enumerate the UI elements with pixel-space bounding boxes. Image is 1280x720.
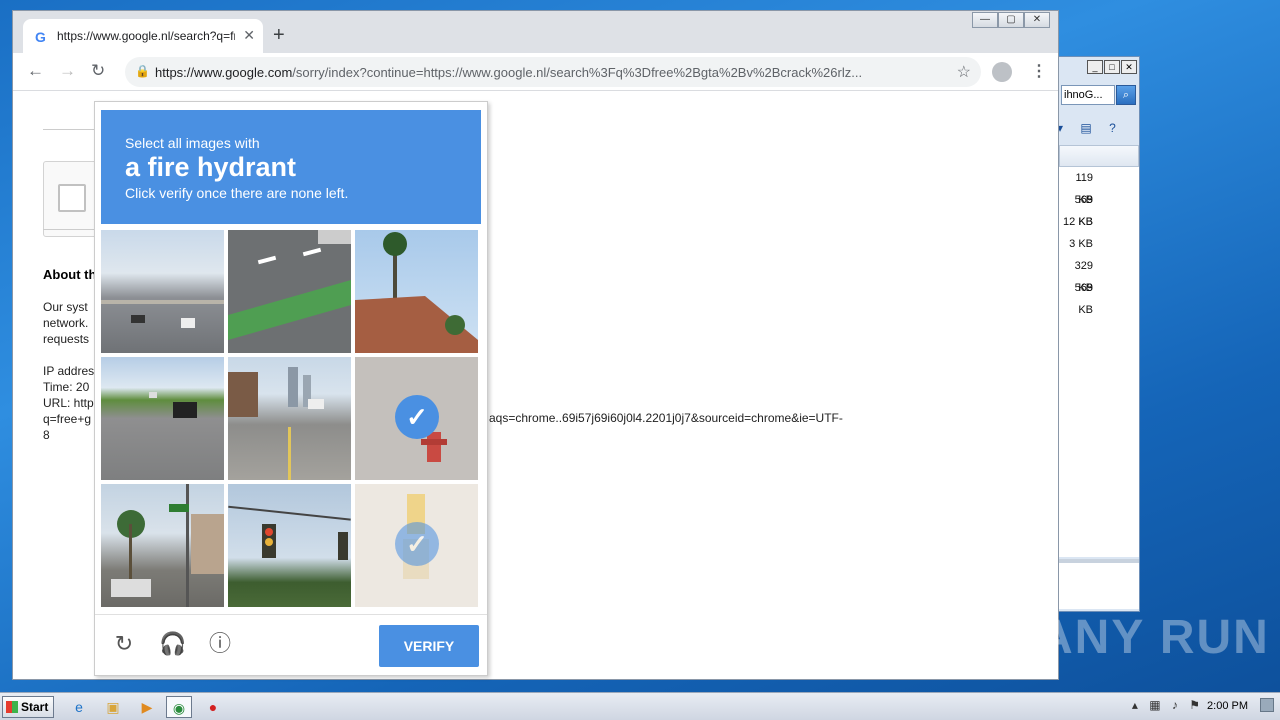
info-icon[interactable]: ⓘ xyxy=(207,631,233,657)
tile-image xyxy=(149,392,197,418)
help-icon[interactable]: ? xyxy=(1109,121,1116,135)
column-header[interactable] xyxy=(1059,145,1139,167)
file-size: 12 KB xyxy=(1063,216,1093,228)
verify-button[interactable]: VERIFY xyxy=(379,625,479,667)
network-icon[interactable]: ▦ xyxy=(1149,698,1160,712)
system-tray: ▴ ▦ ♪ ⚑ xyxy=(1132,698,1200,712)
url-continuation: aqs=chrome..69i57j69i60j0l4.2201j0j7&sou… xyxy=(489,411,843,425)
file-size: 569 KB xyxy=(1074,194,1093,228)
background-explorer-window: _ □ ✕ ihnoG... ⌕ ▾ ▤ ? 119 KB 569 KB 12 … xyxy=(1052,56,1140,612)
info-line: IP addres xyxy=(43,364,95,378)
show-desktop-button[interactable] xyxy=(1260,698,1274,712)
search-icon[interactable]: ⌕ xyxy=(1116,85,1136,105)
file-list: 119 KB 569 KB 12 KB 3 KB 329 KB 569 KB xyxy=(1059,167,1139,557)
window-controls: _ □ ✕ xyxy=(1087,60,1137,74)
info-line: Time: 20 xyxy=(43,380,90,394)
close-button[interactable]: ✕ xyxy=(1024,12,1050,28)
recaptcha-checkbox[interactable] xyxy=(58,184,86,212)
image-tile-palm-tree-roof[interactable] xyxy=(355,230,478,353)
challenge-footer: ↻ 🎧 ⓘ VERIFY xyxy=(95,614,487,674)
close-tab-icon[interactable]: ✕ xyxy=(243,27,255,44)
reload-challenge-icon[interactable]: ↻ xyxy=(111,631,137,657)
reload-button[interactable]: ↻ xyxy=(91,61,105,81)
target-object: a fire hydrant xyxy=(125,152,297,182)
browser-tab[interactable]: G https://www.google.nl/search?q=fr ✕ xyxy=(23,19,263,53)
tile-image xyxy=(355,232,478,353)
tile-image xyxy=(101,300,224,328)
bookmark-star-icon[interactable]: ☆ xyxy=(957,62,971,82)
chevron-up-icon[interactable]: ▴ xyxy=(1132,698,1138,712)
file-size: 119 KB xyxy=(1075,172,1093,206)
paragraph-line: network. xyxy=(43,316,89,330)
file-size: 329 KB xyxy=(1074,260,1093,294)
audio-challenge-icon[interactable]: 🎧 xyxy=(159,631,186,657)
about-heading: About th xyxy=(43,267,97,282)
address-bar[interactable]: 🔒 https://www.google.com/sorry/index?con… xyxy=(125,57,981,87)
folder-icon[interactable]: ▣ xyxy=(100,696,126,718)
tile-image xyxy=(228,367,324,480)
file-size: 3 KB xyxy=(1069,238,1093,250)
paragraph-line: requests xyxy=(43,332,90,346)
close-button[interactable]: ✕ xyxy=(1121,60,1137,74)
info-line: 8 xyxy=(43,428,50,442)
info-line: URL: http xyxy=(43,396,94,410)
media-player-icon[interactable]: ▶ xyxy=(134,696,160,718)
preview-pane-icon[interactable]: ▤ xyxy=(1080,121,1091,135)
google-favicon-icon: G xyxy=(35,29,46,45)
start-label: Start xyxy=(21,700,49,714)
anyrun-watermark: ANY RUN xyxy=(1038,611,1270,664)
opera-icon[interactable]: ● xyxy=(200,696,226,718)
start-button[interactable]: Start xyxy=(2,696,54,718)
info-line: q=free+g xyxy=(43,412,92,426)
menu-icon[interactable]: ⋮ xyxy=(1031,61,1047,81)
internet-explorer-icon[interactable]: e xyxy=(66,696,92,718)
recaptcha-challenge: Select all images with a fire hydrant Cl… xyxy=(94,101,488,676)
image-tile-traffic-lights[interactable] xyxy=(228,484,351,607)
image-tile-fire-hydrant-gravel[interactable]: ✓ xyxy=(355,357,478,480)
image-grid: ✓ ✓ xyxy=(101,230,481,608)
forward-button[interactable]: → xyxy=(59,61,76,81)
action-center-flag-icon[interactable]: ⚑ xyxy=(1189,698,1200,712)
tile-image xyxy=(111,484,224,607)
address-text[interactable]: https://www.google.com/sorry/index?conti… xyxy=(155,65,935,80)
url-path: /sorry/index?continue=https://www.google… xyxy=(292,65,863,80)
selected-check-icon: ✓ xyxy=(395,522,439,566)
search-input[interactable]: ihnoG... xyxy=(1061,85,1115,105)
minimize-button[interactable]: — xyxy=(972,12,998,28)
toolbar-icons: ▾ ▤ ? xyxy=(1057,121,1137,139)
details-pane xyxy=(1059,559,1139,609)
file-size: 569 KB xyxy=(1074,282,1093,316)
maximize-button[interactable]: ▢ xyxy=(998,12,1024,28)
lock-icon[interactable]: 🔒 xyxy=(135,64,150,78)
new-tab-button[interactable]: + xyxy=(273,23,285,47)
image-tile-intersection-palms[interactable] xyxy=(101,484,224,607)
image-tile-highway-cars[interactable] xyxy=(101,230,224,353)
paragraph-line: Our syst xyxy=(43,300,88,314)
windows-logo-icon xyxy=(6,701,18,713)
url-host: https://www.google.com xyxy=(155,65,293,80)
selected-check-icon: ✓ xyxy=(395,395,439,439)
image-tile-highway-grass[interactable] xyxy=(101,357,224,480)
challenge-header: Select all images with a fire hydrant Cl… xyxy=(101,110,481,224)
taskbar: Start e ▣ ▶ ◉ ● ▴ ▦ ♪ ⚑ 2:00 PM xyxy=(0,692,1280,720)
volume-icon[interactable]: ♪ xyxy=(1172,698,1178,712)
window-controls: — ▢ ✕ xyxy=(972,12,1050,28)
browser-toolbar: ← → ↻ 🔒 https://www.google.com/sorry/ind… xyxy=(13,53,1058,91)
image-tile-green-bike-lane[interactable] xyxy=(228,230,351,353)
minimize-button[interactable]: _ xyxy=(1087,60,1103,74)
back-button[interactable]: ← xyxy=(27,61,44,81)
maximize-button[interactable]: □ xyxy=(1104,60,1120,74)
instruction-text: Select all images with xyxy=(125,135,260,151)
tile-image xyxy=(228,230,351,340)
instruction-subtext: Click verify once there are none left. xyxy=(125,185,349,201)
image-tile-city-street[interactable] xyxy=(228,357,351,480)
tab-title: https://www.google.nl/search?q=fr xyxy=(57,29,235,43)
image-tile-fire-hydrant-faded[interactable]: ✓ xyxy=(355,484,478,607)
profile-avatar[interactable] xyxy=(992,62,1012,82)
clock[interactable]: 2:00 PM xyxy=(1207,700,1248,712)
chrome-icon[interactable]: ◉ xyxy=(166,696,192,718)
tile-image xyxy=(228,505,351,560)
